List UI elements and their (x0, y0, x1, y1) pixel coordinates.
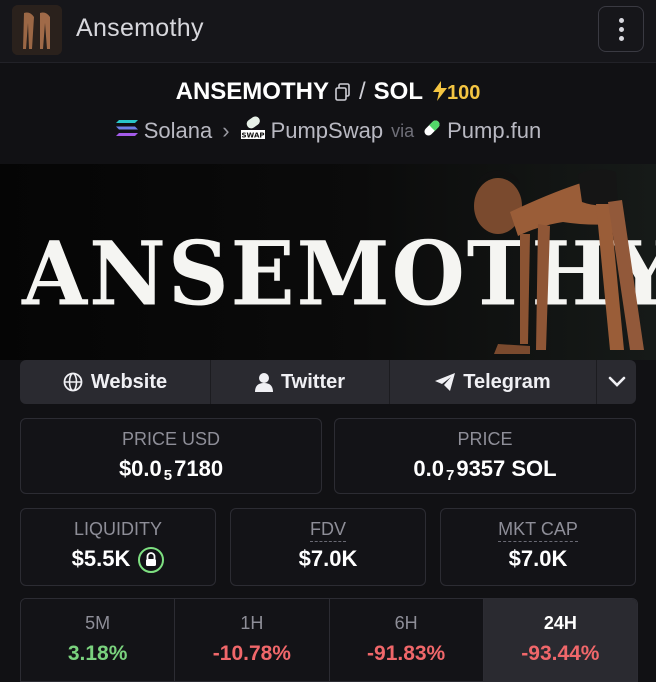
solana-icon (115, 118, 139, 144)
lightning-icon (432, 81, 447, 101)
boost-badge[interactable]: 100 (432, 81, 481, 104)
tab-label: 24H (543, 613, 577, 633)
liquidity-box: LIQUIDITY $5.5K (20, 508, 216, 586)
twitter-link[interactable]: Twitter (211, 360, 390, 404)
price-native-value: 0.0 79357 SOL (413, 456, 557, 484)
globe-icon (63, 372, 83, 392)
quote-token-symbol: SOL (373, 78, 423, 105)
tab-label: 6H (394, 613, 418, 633)
liquidity-label: LIQUIDITY (73, 519, 162, 539)
price-native-box: PRICE 0.0 79357 SOL (334, 418, 636, 494)
tab-change-value: -93.44% (521, 642, 600, 665)
pair-separator: / (358, 78, 366, 105)
fdv-label[interactable]: FDV (310, 519, 346, 542)
liquidity-value: $5.5K (71, 546, 131, 571)
chain-name[interactable]: Solana (144, 118, 213, 143)
tab-6h[interactable]: 6H -91.83% (329, 599, 484, 681)
boost-count: 100 (446, 82, 481, 104)
tab-label: 5M (85, 613, 111, 633)
base-token-symbol: ANSEMOTHY (175, 78, 329, 105)
breadcrumb-chevron-icon: › (222, 118, 230, 143)
swap-badge-text: SWAP (241, 132, 264, 140)
app-title: Ansemothy (76, 14, 204, 42)
price-usd-box: PRICE USD $0.0 57180 (20, 418, 322, 494)
tab-change-value: -10.78% (212, 642, 291, 665)
tab-change-value: -91.83% (367, 642, 446, 665)
mkt-cap-box: MKT CAP $7.0K (440, 508, 636, 586)
tab-5m[interactable]: 5M 3.18% (21, 599, 176, 681)
tab-label: 1H (240, 613, 264, 633)
website-label: Website (90, 370, 168, 393)
banner-figure-image (474, 169, 644, 354)
twitter-label: Twitter (280, 370, 346, 393)
price-usd-value: $0.0 57180 (118, 456, 224, 484)
pumpswap-icon: SWAP (240, 116, 266, 146)
mkt-cap-value: $7.0K (508, 546, 568, 571)
price-native-label: PRICE (457, 429, 513, 449)
timeframe-tabs: 5M 3.18% 1H -10.78% 6H -91.83% 24H -93.4… (20, 598, 638, 682)
pair-title: ANSEMOTHY / SOL 100 (0, 78, 656, 106)
tab-1h[interactable]: 1H -10.78% (175, 599, 330, 681)
top-bar: Ansemothy (0, 0, 656, 63)
more-links-button[interactable] (597, 360, 636, 404)
user-icon (254, 373, 273, 392)
via-label: via (391, 120, 415, 141)
telegram-label: Telegram (463, 370, 551, 393)
chain-breadcrumb: Solana › SWAP PumpSwap via Pump.fun (0, 116, 656, 146)
token-avatar (12, 5, 62, 55)
kebab-menu-icon (618, 17, 624, 41)
price-usd-label: PRICE USD (121, 429, 220, 449)
copy-icon[interactable] (335, 80, 351, 101)
menu-button[interactable] (598, 6, 644, 52)
fdv-box: FDV $7.0K (230, 508, 426, 586)
tab-24h[interactable]: 24H -93.44% (483, 599, 637, 681)
launchpad-name[interactable]: Pump.fun (447, 118, 541, 143)
telegram-link[interactable]: Telegram (390, 360, 597, 404)
paper-plane-icon (435, 373, 456, 391)
mkt-cap-label[interactable]: MKT CAP (498, 519, 578, 542)
website-link[interactable]: Website (20, 360, 211, 404)
lock-icon[interactable] (138, 547, 165, 574)
tab-change-value: 3.18% (67, 642, 128, 665)
fdv-value: $7.0K (298, 546, 358, 571)
social-links-bar: Website Twitter Telegram (20, 360, 636, 404)
chevron-down-icon (608, 376, 625, 387)
pumpfun-pill-icon (422, 118, 442, 144)
token-banner: ANSEMOTHY (0, 164, 656, 360)
dex-name[interactable]: PumpSwap (271, 118, 384, 143)
